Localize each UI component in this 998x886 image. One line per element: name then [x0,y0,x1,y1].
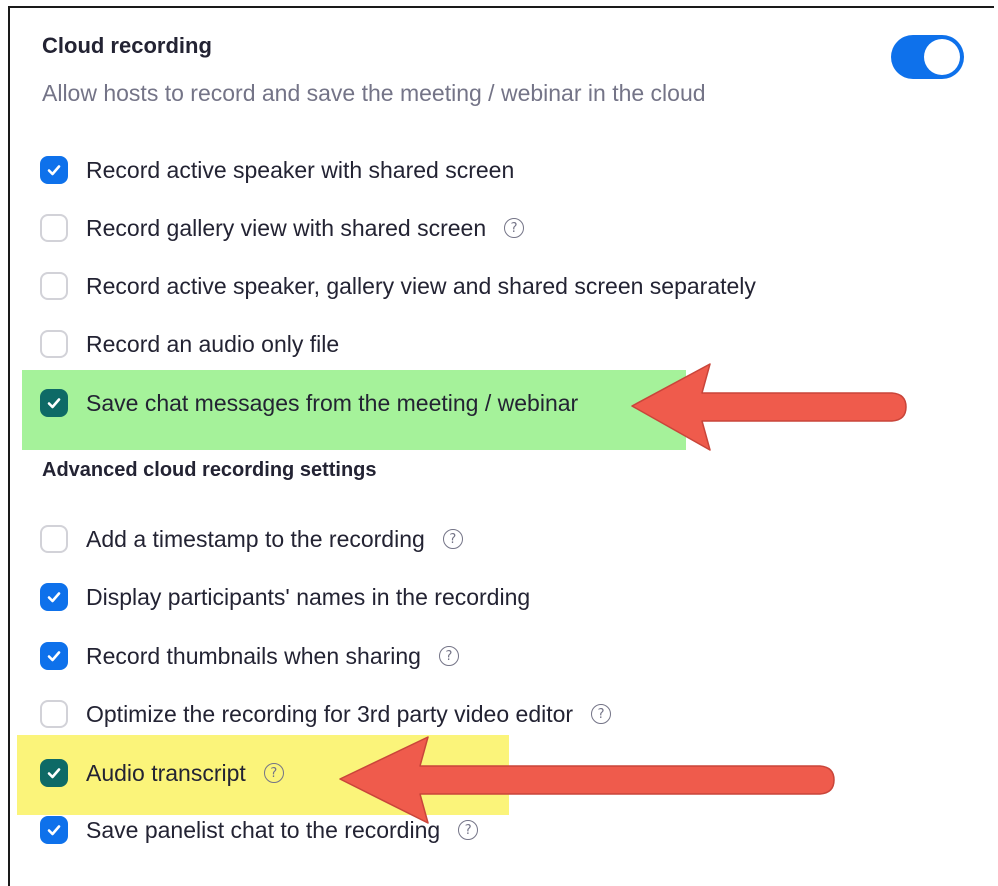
checkbox[interactable] [40,156,68,184]
option-label: Record active speaker with shared screen [86,156,515,183]
checkbox[interactable] [40,816,68,844]
option-row[interactable]: Display participants' names in the recor… [40,577,530,617]
option-label: Audio transcript [86,759,246,786]
toggle-knob [924,39,960,75]
help-icon[interactable]: ? [442,529,463,549]
option-row[interactable]: Record gallery view with shared screen ? [40,208,525,248]
advanced-settings-title: Advanced cloud recording settings [42,459,377,481]
option-label: Record an audio only file [86,330,340,357]
help-icon[interactable]: ? [504,218,525,238]
help-icon[interactable]: ? [263,763,284,783]
check-icon [47,825,61,836]
checkbox[interactable] [40,759,68,787]
checkbox[interactable] [40,389,68,417]
check-icon [47,768,61,779]
option-row[interactable]: Record an audio only file [40,324,339,364]
cloud-recording-toggle[interactable] [891,35,964,79]
option-label: Add a timestamp to the recording [86,525,425,552]
option-row[interactable]: Record active speaker with shared screen [40,150,514,190]
checkbox[interactable] [40,583,68,611]
checkbox[interactable] [40,330,68,358]
option-row[interactable]: Add a timestamp to the recording ? [40,519,463,559]
checkbox[interactable] [40,642,68,670]
cloud-recording-title: Cloud recording [42,33,212,58]
option-row[interactable]: Record thumbnails when sharing ? [40,636,459,676]
red-arrow [339,736,835,824]
option-row[interactable]: Optimize the recording for 3rd party vid… [40,694,612,734]
checkbox[interactable] [40,700,68,728]
cloud-recording-description: Allow hosts to record and save the meeti… [42,80,706,106]
help-icon[interactable]: ? [591,704,612,724]
option-row[interactable]: Save chat messages from the meeting / we… [40,383,578,423]
red-arrow [631,363,907,451]
option-label: Display participants' names in the recor… [86,583,531,610]
checkbox[interactable] [40,272,68,300]
option-row[interactable]: Record active speaker, gallery view and … [40,266,756,306]
option-row[interactable]: Audio transcript ? [40,753,284,793]
check-icon [47,398,61,409]
checkbox[interactable] [40,525,68,553]
option-label: Record gallery view with shared screen [86,214,487,241]
option-label: Record thumbnails when sharing [86,642,421,669]
checkbox[interactable] [40,214,68,242]
help-icon[interactable]: ? [438,646,459,666]
option-label: Save chat messages from the meeting / we… [86,389,579,416]
check-icon [47,165,61,176]
option-label: Optimize the recording for 3rd party vid… [86,700,574,727]
check-icon [47,651,61,662]
option-label: Record active speaker, gallery view and … [86,272,756,299]
check-icon [47,592,61,603]
